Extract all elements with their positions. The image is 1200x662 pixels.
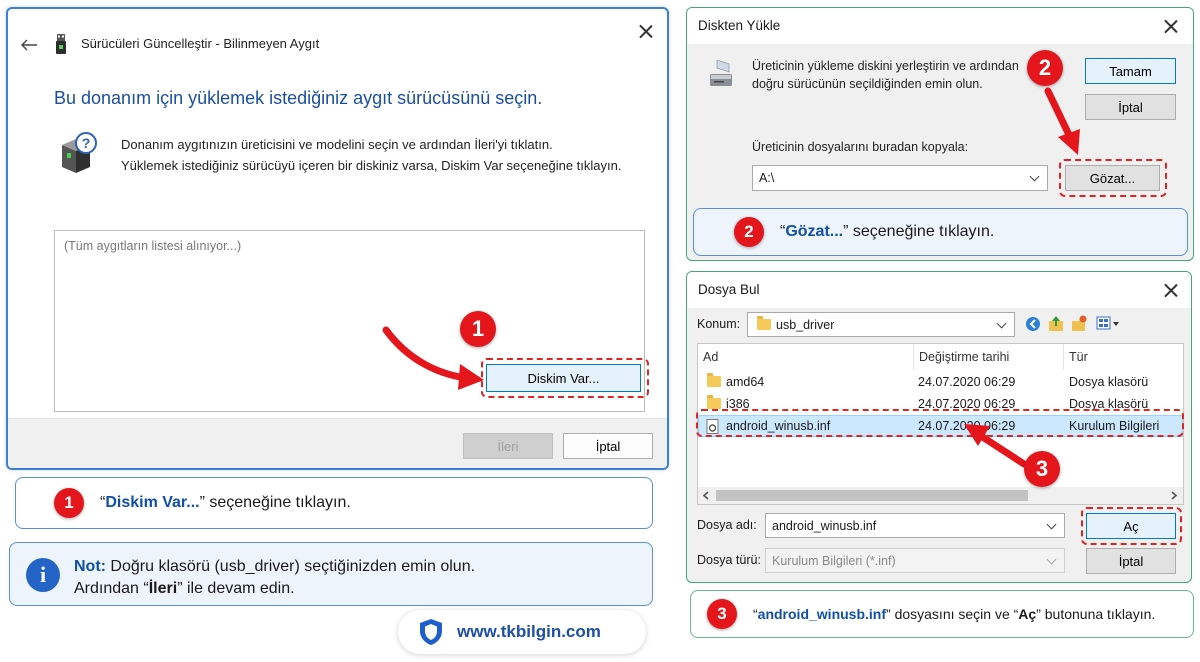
chevron-down-icon [1029, 171, 1040, 182]
step-1-highlight: Diskim Var... [105, 494, 200, 511]
pointer-arrow-icon [964, 424, 1028, 468]
step-1-text: ” seçeneğine tıklayın. [199, 494, 351, 511]
description-line-1: Donanım aygıtınızın üreticisini ve model… [121, 137, 553, 152]
step-3-middle: ” dosyasını seçin ve “ [886, 606, 1019, 622]
folder-icon [707, 373, 721, 387]
up-folder-icon[interactable] [1048, 315, 1064, 332]
scrollbar-thumb[interactable] [716, 490, 1028, 501]
file-row[interactable]: amd64 24.07.2020 06:29 Dosya klasörü [698, 371, 1183, 393]
window-title: Diskten Yükle [698, 18, 781, 33]
folder-icon [757, 316, 771, 330]
step-2-caption: 2 “ Gözat... ” seçeneğine tıklayın. [693, 208, 1188, 256]
cancel-button[interactable]: İptal [563, 433, 653, 459]
back-arrow-icon[interactable] [20, 39, 38, 51]
disk-drive-icon [710, 60, 732, 86]
note-label: Not: [74, 558, 106, 575]
pointer-arrow-icon [1044, 87, 1080, 155]
unknown-device-icon: ? [62, 132, 97, 173]
back-icon[interactable] [1025, 316, 1041, 332]
close-icon[interactable] [1164, 19, 1178, 33]
location-combobox[interactable]: usb_driver [747, 312, 1015, 337]
update-drivers-window: Sürücüleri Güncelleştir - Bilinmeyen Ayg… [6, 7, 669, 470]
svg-text:?: ? [82, 135, 91, 151]
column-header-name[interactable]: Ad [698, 344, 914, 370]
info-icon: i [26, 558, 60, 592]
path-value: A:\ [759, 171, 775, 185]
step-3-highlight: android_winusb.inf [757, 606, 887, 622]
horizontal-scrollbar[interactable] [698, 487, 1183, 504]
close-icon[interactable] [1164, 283, 1178, 297]
step-3-caption: 3 “android_winusb.inf” dosyasını seçin v… [690, 590, 1194, 638]
note-text-2a: Ardından “ [74, 580, 149, 597]
browse-highlight [1059, 159, 1167, 197]
note-box: i Not: Doğru klasörü (usb_driver) seçtiğ… [9, 542, 653, 606]
window-title: Dosya Bul [698, 282, 760, 297]
column-header-type[interactable]: Tür [1064, 344, 1185, 370]
step-2-text: ” seçeneğine tıklayın. [843, 223, 995, 240]
filetype-value: Kurulum Bilgileri (*.inf) [772, 553, 896, 568]
ok-button[interactable]: Tamam [1085, 58, 1176, 84]
step-3-text: ” butonuna tıklayın. [1036, 606, 1156, 622]
chevron-down-icon [996, 318, 1007, 329]
location-label: Konum: [697, 317, 741, 331]
step-1-caption-badge: 1 [54, 488, 84, 518]
file-type: Dosya klasörü [1069, 375, 1149, 389]
install-from-disk-window: Diskten Yükle Üreticinin yükleme diskini… [686, 7, 1194, 261]
have-disk-highlight [481, 358, 649, 398]
view-menu-icon[interactable] [1096, 316, 1120, 331]
selected-file-highlight [696, 409, 1184, 437]
description-line-2: Yüklemek istediğiniz sürücüyü içeren bir… [121, 158, 622, 173]
watermark-url[interactable]: www.tkbilgin.com [457, 622, 601, 642]
find-file-window: Dosya Bul Konum: usb_driver Ad Değiştirm… [686, 271, 1192, 583]
step-1-caption: 1 “ Diskim Var... ” seçeneğine tıklayın. [15, 477, 653, 529]
cancel-button[interactable]: İptal [1086, 548, 1176, 574]
chevron-down-icon [1046, 554, 1057, 565]
shield-icon [420, 619, 442, 645]
step-3-highlight-2: Aç [1018, 606, 1037, 622]
step-3-badge: 3 [1024, 451, 1060, 487]
filetype-select[interactable]: Kurulum Bilgileri (*.inf) [765, 548, 1065, 573]
location-value: usb_driver [776, 317, 835, 332]
filename-input[interactable]: android_winusb.inf [765, 513, 1065, 538]
file-name: amd64 [726, 375, 765, 389]
filename-label: Dosya adı: [697, 518, 757, 532]
path-combobox[interactable]: A:\ [752, 165, 1048, 191]
note-bold: İleri [148, 580, 178, 597]
folder-icon [707, 395, 721, 409]
step-2-highlight: Gözat... [785, 223, 844, 240]
filetype-label: Dosya türü: [697, 553, 761, 567]
file-date: 24.07.2020 06:29 [918, 375, 1016, 389]
note-text-1: Doğru klasörü (usb_driver) seçtiğinizden… [105, 558, 476, 575]
note-line-1: Not: Doğru klasörü (usb_driver) seçtiğin… [74, 558, 475, 576]
device-list-placeholder: (Tüm aygıtların listesi alınıyor...) [64, 239, 242, 253]
description-line-2: doğru sürücünün seçildiğinden emin olun. [752, 77, 983, 91]
copy-from-label: Üreticinin dosyalarını buradan kopyala: [752, 140, 969, 154]
titlebar [687, 272, 1191, 308]
page-heading: Bu donanım için yüklemek istediğiniz ayg… [54, 88, 543, 108]
cancel-button[interactable]: İptal [1085, 94, 1176, 120]
close-icon[interactable] [639, 24, 653, 38]
filename-value: android_winusb.inf [772, 518, 877, 533]
scroll-right-icon[interactable] [1170, 491, 1178, 500]
open-button-highlight [1081, 507, 1182, 545]
step-3-caption-badge: 3 [707, 599, 737, 629]
next-button[interactable]: İleri [463, 433, 553, 459]
step-1-badge: 1 [460, 311, 496, 347]
new-folder-icon[interactable] [1071, 315, 1087, 332]
chevron-down-icon [1046, 519, 1057, 530]
note-line-2: Ardından “İleri” ile devam edin. [74, 580, 295, 598]
usb-device-icon [56, 34, 66, 54]
note-text-2b: ” ile devam edin. [177, 580, 295, 597]
step-2-badge: 2 [1027, 50, 1063, 86]
watermark-pill: www.tkbilgin.com [398, 610, 646, 654]
scroll-left-icon[interactable] [702, 491, 710, 500]
window-title: Sürücüleri Güncelleştir - Bilinmeyen Ayg… [81, 36, 320, 51]
step-2-caption-badge: 2 [734, 217, 764, 247]
column-header-date[interactable]: Değiştirme tarihi [914, 344, 1064, 370]
description-line-1: Üreticinin yükleme diskini yerleştirin v… [752, 59, 1019, 73]
